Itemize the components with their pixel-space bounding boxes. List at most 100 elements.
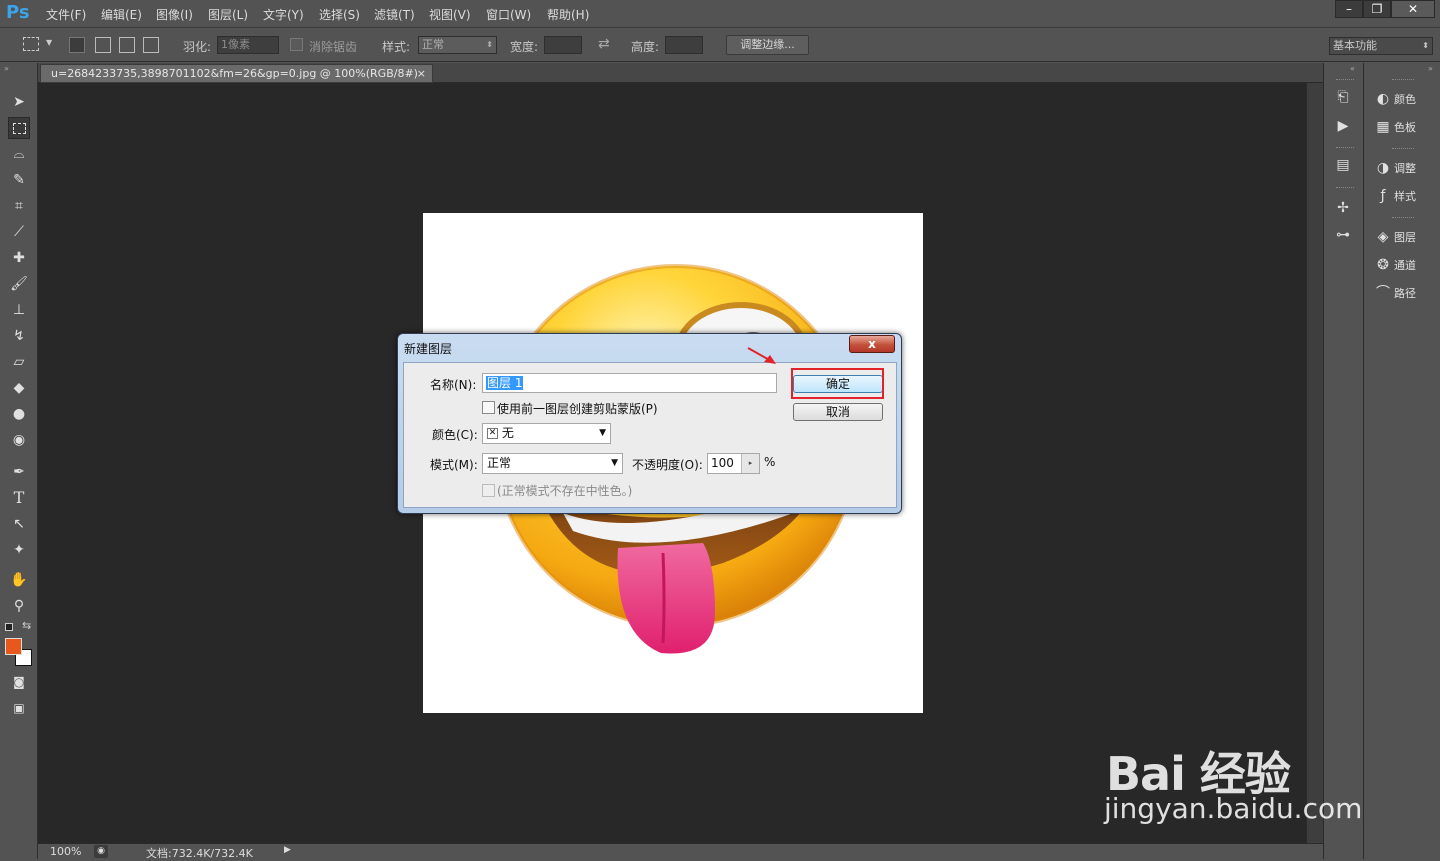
- name-label: 名称(N):: [430, 378, 477, 392]
- actions-panel-button[interactable]: ▶: [1332, 114, 1354, 138]
- lasso-tool-icon[interactable]: ⌓: [8, 143, 30, 165]
- collapse-icon[interactable]: »: [4, 64, 9, 73]
- panel-item-styles[interactable]: ƒ 样式: [1372, 184, 1416, 208]
- marquee-tool-icon[interactable]: [8, 117, 30, 139]
- hand-tool-icon[interactable]: ✋: [8, 569, 30, 591]
- vertical-scrollbar[interactable]: [1306, 83, 1323, 843]
- refine-edge-button[interactable]: 调整边缘...: [726, 35, 809, 55]
- style-select[interactable]: 正常 ⬍: [418, 36, 497, 54]
- properties-panel-button[interactable]: ▤: [1332, 153, 1354, 177]
- healing-brush-tool-icon[interactable]: ✚: [8, 247, 30, 269]
- document-tab[interactable]: u=2684233735,3898701102&fm=26&gp=0.jpg @…: [40, 64, 433, 83]
- panel-grip[interactable]: [1392, 79, 1414, 81]
- eraser-tool-icon[interactable]: ▱: [8, 351, 30, 373]
- antialias-checkbox[interactable]: [290, 38, 303, 51]
- styles-icon: ƒ: [1380, 188, 1386, 204]
- neutral-color-checkbox[interactable]: [482, 484, 495, 497]
- close-window-button[interactable]: ✕: [1391, 0, 1435, 18]
- antialias-label: 消除锯齿: [309, 40, 358, 54]
- new-selection-icon[interactable]: [69, 37, 85, 53]
- clipping-mask-checkbox[interactable]: [482, 401, 495, 414]
- panel-item-paths[interactable]: ⌒ 路径: [1372, 281, 1416, 305]
- width-input[interactable]: [544, 36, 582, 54]
- panel-grip[interactable]: [1392, 217, 1414, 219]
- history-icon: ⎗: [1337, 89, 1349, 105]
- cancel-button[interactable]: 取消: [793, 403, 883, 421]
- minimize-button[interactable]: –: [1335, 0, 1363, 18]
- panel-item-channels[interactable]: ❂ 通道: [1372, 253, 1416, 277]
- color-label: 颜色(C):: [432, 428, 478, 442]
- height-label: 高度:: [631, 40, 660, 54]
- panel-grip[interactable]: [1336, 147, 1354, 149]
- menu-file[interactable]: 文件(F): [46, 6, 86, 23]
- panel-grip[interactable]: [1336, 187, 1354, 189]
- menu-window[interactable]: 窗口(W): [486, 6, 531, 23]
- paint-bucket-tool-icon[interactable]: ◆: [8, 377, 30, 399]
- default-colors-icon[interactable]: [5, 623, 13, 631]
- marquee-preset-icon[interactable]: [23, 37, 39, 51]
- type-tool-icon[interactable]: T: [8, 487, 30, 509]
- move-tool-icon[interactable]: ➤: [8, 91, 30, 113]
- shape-tool-icon[interactable]: ✦: [8, 539, 30, 561]
- screen-mode-icon[interactable]: ▣: [8, 697, 30, 719]
- panel-grip[interactable]: [1392, 148, 1414, 150]
- menu-edit[interactable]: 编辑(E): [101, 6, 142, 23]
- status-arrow-icon[interactable]: ▶: [284, 845, 291, 855]
- no-color-icon: ✕: [487, 428, 498, 439]
- pen-tool-icon[interactable]: ✒: [8, 461, 30, 483]
- zoom-level[interactable]: 100%: [50, 845, 81, 858]
- menu-select[interactable]: 选择(S): [319, 6, 360, 23]
- opacity-slider-icon[interactable]: ▸: [741, 454, 759, 473]
- history-panel-button[interactable]: ⎗: [1332, 85, 1354, 109]
- mode-select[interactable]: 正常 ▼: [482, 453, 623, 474]
- menu-type[interactable]: 文字(Y): [263, 6, 304, 23]
- dodge-tool-icon[interactable]: ◉: [8, 429, 30, 451]
- swap-icon[interactable]: ⇄: [598, 36, 610, 52]
- quick-select-tool-icon[interactable]: ✎: [8, 169, 30, 191]
- subtract-selection-icon[interactable]: [119, 37, 135, 53]
- clone-source-panel-button[interactable]: ⊶: [1332, 223, 1354, 247]
- add-selection-icon[interactable]: [95, 37, 111, 53]
- panel-dock-narrow: « ⎗ ▶ ▤ ✢ ⊶: [1323, 63, 1363, 859]
- panel-item-color[interactable]: ◐ 颜色: [1372, 87, 1416, 111]
- history-brush-tool-icon[interactable]: ↯: [8, 325, 30, 347]
- collapse-panels-icon[interactable]: »: [1428, 64, 1433, 73]
- panel-item-layers[interactable]: ◈ 图层: [1372, 225, 1416, 249]
- quick-mask-icon[interactable]: ◙: [8, 671, 30, 693]
- brush-tool-icon[interactable]: 🖌: [8, 273, 30, 295]
- dialog-close-button[interactable]: x: [849, 335, 895, 353]
- layer-name-input[interactable]: 图层 1: [482, 373, 777, 393]
- menu-help[interactable]: 帮助(H): [547, 6, 589, 23]
- close-tab-icon[interactable]: ×: [417, 65, 426, 82]
- panel-grip[interactable]: [1336, 79, 1354, 81]
- workspace-select[interactable]: 基本功能 ⬍: [1329, 37, 1433, 55]
- intersect-selection-icon[interactable]: [143, 37, 159, 53]
- path-select-tool-icon[interactable]: ↖: [8, 513, 30, 535]
- expand-panels-icon[interactable]: «: [1350, 64, 1355, 73]
- zoom-tool-icon[interactable]: ⚲: [8, 595, 30, 617]
- brush-presets-panel-button[interactable]: ✢: [1332, 196, 1354, 220]
- chevron-down-icon[interactable]: ▼: [46, 38, 52, 47]
- status-menu-icon[interactable]: ◉: [94, 845, 108, 858]
- blur-tool-icon[interactable]: ●: [8, 403, 30, 425]
- color-select[interactable]: ✕ 无 ▼: [482, 423, 611, 444]
- annotation-arrow-icon: [747, 347, 776, 364]
- eyedropper-tool-icon[interactable]: ⟋: [8, 221, 30, 243]
- swatches-icon: ▦: [1376, 119, 1390, 135]
- menu-filter[interactable]: 滤镜(T): [374, 6, 415, 23]
- highlight-box: [791, 368, 884, 399]
- options-bar: ▼ 羽化: 1像素 消除锯齿 样式: 正常 ⬍ 宽度: ⇄ 高度: 调整边缘...…: [0, 28, 1440, 62]
- feather-input[interactable]: 1像素: [217, 36, 279, 54]
- opacity-input[interactable]: 100 ▸: [707, 453, 760, 474]
- menu-image[interactable]: 图像(I): [156, 6, 193, 23]
- restore-button[interactable]: ❐: [1363, 0, 1391, 18]
- clone-stamp-tool-icon[interactable]: ⊥: [8, 299, 30, 321]
- panel-item-swatches[interactable]: ▦ 色板: [1372, 115, 1416, 139]
- swap-colors-icon[interactable]: ⇆: [22, 619, 31, 632]
- foreground-color-swatch[interactable]: [5, 638, 22, 655]
- crop-tool-icon[interactable]: ⌗: [8, 195, 30, 217]
- menu-view[interactable]: 视图(V): [429, 6, 471, 23]
- panel-item-adjustments[interactable]: ◑ 调整: [1372, 156, 1416, 180]
- height-input[interactable]: [665, 36, 703, 54]
- menu-layer[interactable]: 图层(L): [208, 6, 248, 23]
